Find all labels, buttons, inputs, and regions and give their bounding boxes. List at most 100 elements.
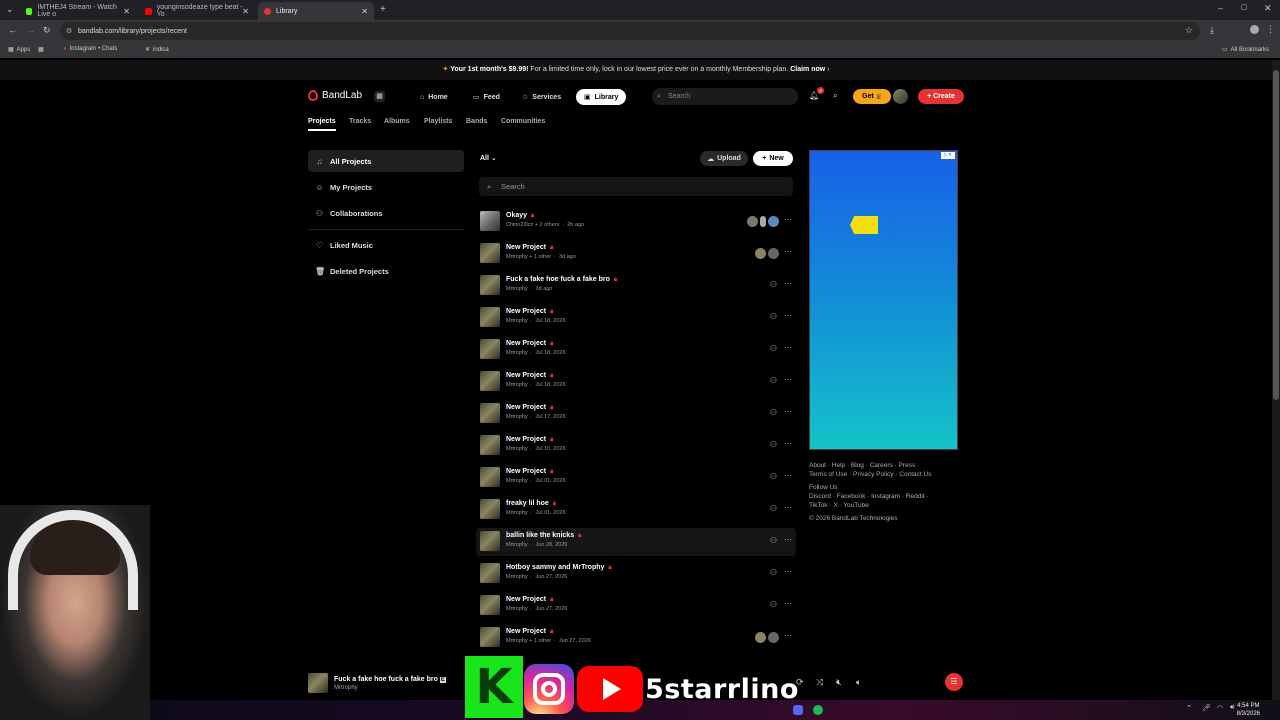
bookmark-grid[interactable]: ▦ (38, 46, 44, 53)
more-options-icon[interactable]: ⋯ (784, 471, 792, 480)
project-row[interactable]: New Project 🔒︎ Mrtrophy + 1 other · Jun 27, … (476, 624, 796, 652)
nav-feed[interactable]: ▭ Feed (473, 89, 500, 105)
filter-dropdown[interactable]: All ⌄ (480, 154, 497, 162)
profile-avatar-icon[interactable] (1250, 25, 1259, 34)
collaborator-avatars[interactable] (747, 216, 779, 227)
project-row[interactable]: New Project 🔒︎ Mrtrophy · Jul 18, 2026 ⚇ ⋯ (476, 368, 796, 396)
new-tab-icon[interactable]: + (380, 4, 386, 15)
project-title[interactable]: New Project 🔒︎ (506, 436, 553, 444)
more-options-icon[interactable]: ⋯ (784, 343, 792, 352)
window-close-icon[interactable]: ✕ (1264, 3, 1272, 14)
tab-tracks[interactable]: Tracks (349, 118, 371, 125)
more-options-icon[interactable]: ⋯ (784, 247, 792, 256)
project-title[interactable]: New Project 🔒︎ (506, 308, 553, 316)
advertisement-panel[interactable]: ▷✕ (809, 150, 958, 450)
nav-services[interactable]: ☆ Services (522, 89, 561, 105)
tab-communities[interactable]: Communities (501, 118, 545, 125)
sidebar-item-all-projects[interactable]: ♫ All Projects (308, 150, 464, 172)
close-tab-icon[interactable]: ✕ (242, 7, 249, 16)
project-row[interactable]: ballin like the knicks 🔒︎ Mrtrophy · Jun 28,… (476, 528, 796, 556)
bookmark-indica[interactable]: ❦ indica (145, 46, 169, 54)
add-collaborator-icon[interactable]: ⚇ (770, 312, 777, 321)
more-options-icon[interactable]: ⋯ (784, 311, 792, 320)
reload-icon[interactable]: ↻ (43, 25, 51, 36)
apps-switcher-icon[interactable]: ▦ (374, 91, 385, 102)
add-collaborator-icon[interactable]: ⚇ (770, 376, 777, 385)
project-search-input[interactable]: ⌕ Search (479, 177, 793, 196)
bandlab-logo[interactable]: BandLab (308, 90, 362, 101)
footer-links-2[interactable]: Terms of Use · Privacy Policy · Contact … (809, 471, 931, 478)
maximize-icon[interactable]: ▢ (1241, 3, 1248, 11)
wifi-icon[interactable]: ◠ (1217, 704, 1223, 712)
footer-links-1[interactable]: About · Help · Blog · Careers · Press · (809, 462, 919, 469)
footer-social-2[interactable]: TikTok · X · YouTube (809, 502, 869, 509)
more-options-icon[interactable]: ⋯ (784, 375, 792, 384)
promo-cta[interactable]: Claim now (790, 66, 825, 73)
new-project-button[interactable]: + New (753, 151, 793, 166)
footer-social-1[interactable]: Discord · Facebook · Instagram · Reddit … (809, 493, 929, 500)
project-title[interactable]: New Project 🔒︎ (506, 244, 553, 252)
more-options-icon[interactable]: ⋯ (784, 631, 792, 640)
tab-playlists[interactable]: Playlists (424, 118, 452, 125)
sidebar-item-liked-music[interactable]: ♡ Liked Music (308, 234, 464, 256)
more-options-icon[interactable]: ⋯ (784, 599, 792, 608)
project-row[interactable]: New Project 🔒︎ Mrtrophy · Jul 01, 2026 ⚇ ⋯ (476, 464, 796, 492)
now-playing-artist[interactable]: Mrtrophy (334, 685, 358, 691)
all-bookmarks[interactable]: ▭ All Bookmarks (1222, 46, 1269, 54)
more-options-icon[interactable]: ⋯ (784, 279, 792, 288)
download-icon[interactable]: ⤓ (1210, 25, 1214, 36)
tray-chevron-icon[interactable]: ⌃ (1186, 704, 1192, 712)
add-collaborator-icon[interactable]: ⚇ (770, 472, 777, 481)
project-title[interactable]: Fuck a fake hoe fuck a fake bro 🔒︎ (506, 276, 617, 284)
collaborator-avatars[interactable] (755, 632, 779, 643)
project-title[interactable]: ballin like the knicks 🔒︎ (506, 532, 581, 540)
upload-button[interactable]: ☁ Upload (700, 151, 748, 166)
project-title[interactable]: New Project 🔒︎ (506, 404, 553, 412)
profile-avatar[interactable] (893, 89, 908, 104)
scrollbar-thumb[interactable] (1273, 70, 1279, 400)
project-title[interactable]: Okayy 🔒︎ (506, 212, 534, 220)
project-title[interactable]: New Project 🔒︎ (506, 468, 553, 476)
add-collaborator-icon[interactable]: ⚇ (770, 536, 777, 545)
close-tab-icon[interactable]: ✕ (361, 7, 368, 16)
tab-albums[interactable]: Albums (384, 118, 410, 125)
project-row[interactable]: New Project 🔒︎ Mrtrophy · Jul 17, 2026 ⚇ ⋯ (476, 400, 796, 428)
add-collaborator-icon[interactable]: ⚇ (770, 344, 777, 353)
add-collaborator-icon[interactable]: ⚇ (770, 504, 777, 513)
site-info-icon[interactable]: ⚙ (66, 27, 72, 35)
forward-icon[interactable]: → (26, 25, 35, 35)
browser-tab-3[interactable]: Library ✕ (258, 2, 374, 20)
project-row[interactable]: New Project 🔒︎ Mrtrophy · Jul 10, 2026 ⚇ ⋯ (476, 432, 796, 460)
browser-tab-2[interactable]: younginsodeaze type beat - Yo ✕ (139, 2, 255, 20)
bookmark-apps[interactable]: ▦ Apps (8, 46, 30, 54)
more-options-icon[interactable]: ⋯ (784, 407, 792, 416)
volume-icon[interactable]: 🔈︎ (856, 677, 861, 688)
speaker-icon[interactable]: 🔊︎ (1230, 704, 1234, 712)
tab-projects[interactable]: Projects (308, 118, 336, 131)
header-search-input[interactable]: ⌕ Search (652, 88, 798, 105)
close-tab-icon[interactable]: ✕ (123, 7, 130, 16)
add-collaborator-icon[interactable]: ⚇ (770, 408, 777, 417)
ad-close-icon[interactable]: ▷✕ (941, 152, 955, 159)
now-playing-title[interactable]: Fuck a fake hoe fuck a fake bro E (334, 676, 446, 683)
project-row[interactable]: Hotboy sammy and MrTrophy 🔒︎ Mrtrophy · Jun … (476, 560, 796, 588)
project-row[interactable]: New Project 🔒︎ Mrtrophy · Jul 18, 2026 ⚇ ⋯ (476, 304, 796, 332)
project-row[interactable]: Okayy 🔒︎ Chino23lzz + 2 others · 2h ago ⋯ (476, 208, 796, 236)
more-options-icon[interactable]: ⋯ (784, 503, 792, 512)
sidebar-item-my-projects[interactable]: ☺ My Projects (308, 176, 464, 198)
project-row[interactable]: New Project 🔒︎ Mrtrophy · Jun 27, 2026 ⚇ ⋯ (476, 592, 796, 620)
more-options-icon[interactable]: ⋯ (784, 215, 792, 224)
project-row[interactable]: Fuck a fake hoe fuck a fake bro 🔒︎ Mrtroph… (476, 272, 796, 300)
browser-tab-1[interactable]: IMTHEJ4 Stream - Watch Live o ✕ (20, 2, 136, 20)
url-input[interactable]: ⚙ bandlab.com/library/projects/recent (60, 22, 1200, 40)
project-title[interactable]: New Project 🔒︎ (506, 628, 553, 636)
now-playing-artwork[interactable] (308, 673, 328, 693)
nav-library[interactable]: ▣ Library (576, 89, 627, 105)
system-clock[interactable]: 4:54 PM 8/3/2026 (1237, 702, 1260, 718)
add-collaborator-icon[interactable]: ⚇ (770, 600, 777, 609)
create-button[interactable]: + Create (918, 89, 964, 104)
get-membership-button[interactable]: Get ♕ (853, 89, 891, 104)
tab-bands[interactable]: Bands (466, 118, 487, 125)
mic-icon[interactable]: 🎤︎ (1202, 704, 1211, 712)
sidebar-item-collaborations[interactable]: ⚇ Collaborations (308, 202, 464, 224)
